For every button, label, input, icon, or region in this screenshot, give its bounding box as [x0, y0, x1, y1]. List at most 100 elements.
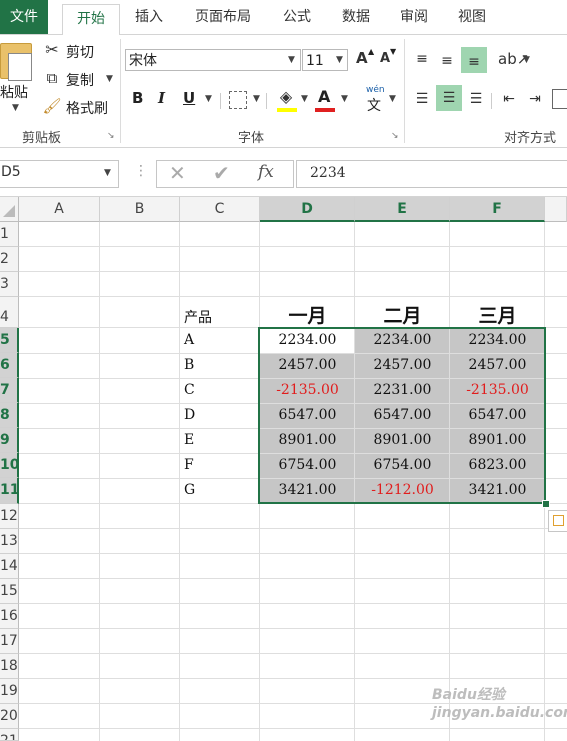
row-header[interactable]: 3	[0, 272, 19, 297]
decrease-font-size-button[interactable]: A	[380, 51, 390, 66]
align-middle-icon[interactable]: ≡	[437, 51, 457, 71]
font-name-dropdown-icon[interactable]: ▼	[288, 55, 295, 65]
cell-c4-product-header[interactable]: 产品	[184, 307, 256, 327]
cell-c5-product[interactable]: A	[184, 332, 194, 348]
decrease-indent-icon[interactable]: ⇤	[499, 89, 519, 109]
column-header-a[interactable]: A	[19, 197, 100, 222]
grid-line	[19, 578, 567, 579]
tab-view[interactable]: 视图	[448, 0, 496, 34]
wrap-text-icon[interactable]	[552, 89, 567, 109]
row-header[interactable]: 12	[0, 504, 19, 529]
row-header[interactable]: 2	[0, 247, 19, 272]
font-color-dropdown-icon[interactable]: ▼	[341, 94, 348, 104]
name-box-dropdown-icon[interactable]: ▼	[104, 168, 111, 178]
font-launcher-icon[interactable]: ↘	[391, 131, 399, 141]
divider	[220, 93, 221, 109]
column-header-e[interactable]: E	[355, 197, 450, 222]
underline-button[interactable]: U	[183, 89, 195, 107]
column-header-f[interactable]: F	[450, 197, 545, 222]
cell-c7-product[interactable]: C	[184, 382, 195, 398]
column-header-c[interactable]: C	[180, 197, 260, 222]
pinyin-dropdown-icon[interactable]: ▼	[389, 94, 396, 104]
border-dropdown-icon[interactable]: ▼	[253, 94, 260, 104]
enter-check-icon[interactable]: ✔	[213, 161, 230, 185]
row-header[interactable]: 4	[0, 297, 19, 328]
align-center-icon[interactable]: ☰	[436, 85, 462, 111]
fill-color-icon[interactable]: ◈	[276, 87, 296, 107]
cell-e4-month-header[interactable]: 二月	[355, 301, 450, 328]
column-header-b[interactable]: B	[100, 197, 180, 222]
row-header[interactable]: 13	[0, 529, 19, 554]
increase-font-size-button[interactable]: A	[356, 49, 368, 67]
grid-line	[19, 528, 567, 529]
underline-dropdown-icon[interactable]: ▼	[205, 94, 212, 104]
cell-c6-product[interactable]: B	[184, 357, 194, 373]
cell-c8-product[interactable]: D	[184, 407, 195, 423]
row-header[interactable]: 8	[0, 403, 19, 428]
column-header-d[interactable]: D	[260, 197, 355, 222]
cell-c11-product[interactable]: G	[184, 482, 195, 498]
cell-f4-month-header[interactable]: 三月	[450, 301, 545, 328]
row-header[interactable]: 11	[0, 478, 19, 504]
row-header[interactable]: 16	[0, 604, 19, 629]
tab-home[interactable]: 开始	[62, 4, 120, 36]
copy-dropdown-icon[interactable]: ▼	[106, 74, 113, 84]
quick-analysis-icon	[553, 515, 564, 526]
row-header[interactable]: 17	[0, 629, 19, 654]
italic-button[interactable]: I	[158, 89, 165, 107]
tab-page-layout[interactable]: 页面布局	[184, 0, 262, 34]
tab-file[interactable]: 文件	[0, 0, 48, 34]
orientation-icon[interactable]: ab↗	[498, 49, 529, 69]
increase-indent-icon[interactable]: ⇥	[525, 89, 545, 109]
align-bottom-icon[interactable]: ≡	[461, 47, 487, 73]
clipboard-launcher-icon[interactable]: ↘	[107, 131, 115, 141]
fill-color-dropdown-icon[interactable]: ▼	[301, 94, 308, 104]
fill-handle[interactable]	[542, 500, 550, 508]
row-header[interactable]: 15	[0, 579, 19, 604]
font-size-dropdown-icon[interactable]: ▼	[336, 55, 343, 65]
cancel-icon[interactable]: ✕	[169, 161, 186, 185]
cell-c10-product[interactable]: F	[184, 457, 194, 473]
pinyin-guide-button[interactable]: 文	[367, 95, 381, 115]
cut-button[interactable]: 剪切	[66, 42, 94, 62]
row-header[interactable]: 21	[0, 729, 19, 741]
row-header[interactable]: 7	[0, 378, 19, 403]
paste-dropdown-icon[interactable]: ▼	[12, 103, 19, 113]
align-left-icon[interactable]: ☰	[412, 89, 432, 109]
border-icon[interactable]	[229, 91, 247, 109]
row-header[interactable]: 9	[0, 428, 19, 453]
row-header[interactable]: 20	[0, 704, 19, 729]
row-header[interactable]: 6	[0, 353, 19, 378]
ribbon-tab-bar: 文件 开始 插入 页面布局 公式 数据 审阅 视图	[0, 0, 567, 36]
insert-function-button[interactable]: fx	[258, 162, 274, 182]
cell-c9-product[interactable]: E	[184, 432, 194, 448]
row-header[interactable]: 10	[0, 453, 19, 478]
formula-bar-area: D5 ▼ ⋮ ✕ ✔ fx 2234	[0, 148, 567, 197]
align-top-icon[interactable]: ≡	[412, 49, 432, 69]
bold-button[interactable]: B	[132, 89, 143, 107]
row-header[interactable]: 14	[0, 554, 19, 579]
column-header-g[interactable]	[545, 197, 567, 222]
align-right-icon[interactable]: ☰	[466, 89, 486, 109]
fill-color-swatch	[277, 108, 297, 112]
drag-handle-icon[interactable]: ⋮	[134, 163, 148, 179]
row-header[interactable]: 18	[0, 654, 19, 679]
copy-button[interactable]: 复制	[66, 70, 94, 90]
format-painter-button[interactable]: 格式刷	[66, 98, 108, 118]
grid-line	[19, 628, 567, 629]
font-color-button[interactable]: A	[318, 87, 330, 106]
spreadsheet-grid[interactable]: A B C D E F 1 2 3 4 5 6 7 8 9 10 11 12 1…	[0, 197, 567, 741]
cell-d4-month-header[interactable]: 一月	[260, 301, 355, 328]
paste-button[interactable]: 粘贴	[0, 82, 28, 102]
grid-line	[19, 296, 567, 297]
tab-review[interactable]: 审阅	[390, 0, 438, 34]
grid-line	[19, 653, 567, 654]
row-header[interactable]: 19	[0, 679, 19, 704]
tab-data[interactable]: 数据	[332, 0, 380, 34]
orientation-dropdown-icon[interactable]: ▼	[523, 55, 530, 65]
tab-insert[interactable]: 插入	[125, 0, 173, 34]
font-name-select[interactable]: 宋体	[125, 49, 301, 71]
tab-formulas[interactable]: 公式	[274, 0, 320, 34]
row-header[interactable]: 5	[0, 328, 19, 353]
row-header[interactable]: 1	[0, 222, 19, 247]
